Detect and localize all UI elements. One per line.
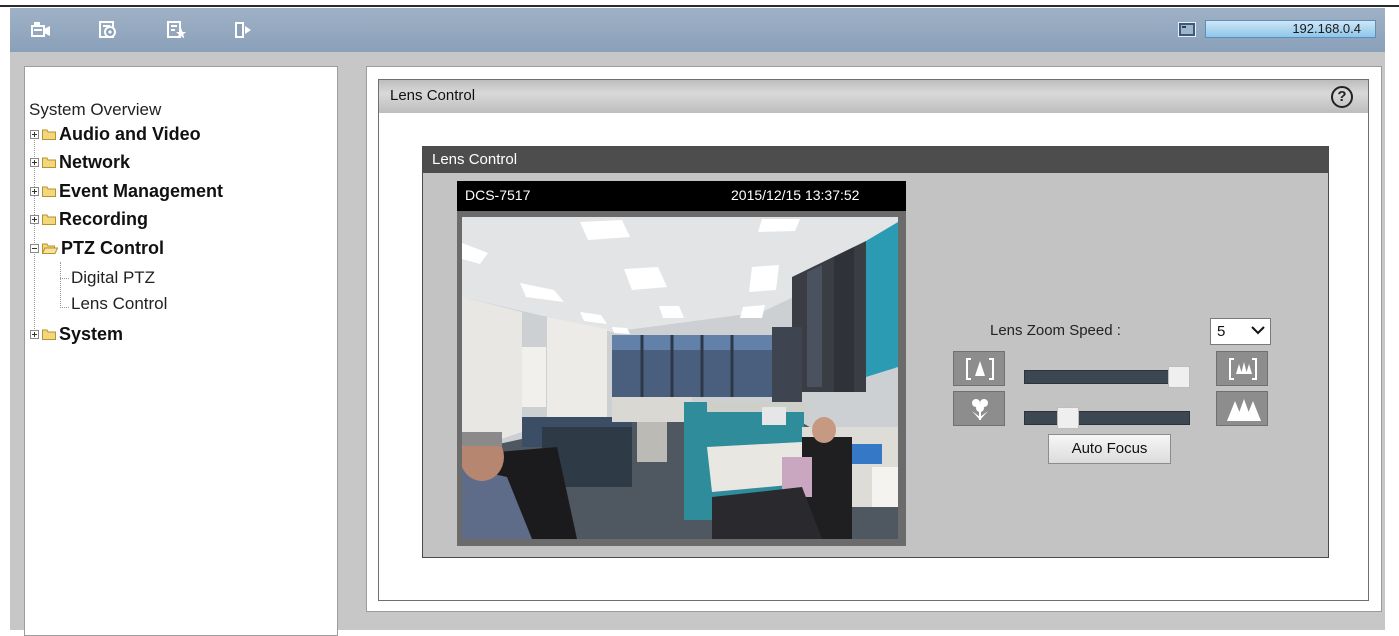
tree-subitem-digital-ptz[interactable]: Digital PTZ [71,268,155,288]
focus-near-button[interactable] [953,391,1005,426]
folder-icon [42,214,56,225]
tree-connector [60,307,69,308]
tree-item-label: Event Management [59,180,224,201]
camera-name: DCS-7517 [465,187,531,203]
tree-item-label: Audio and Video [59,123,201,144]
folder-icon [42,329,56,340]
top-border [0,0,1399,7]
tree-item-label: Recording [59,208,149,229]
zoom-slider-thumb[interactable] [1167,366,1190,388]
collapse-icon[interactable] [30,243,39,253]
folder-icon [42,157,56,168]
focus-slider-thumb[interactable] [1056,407,1079,429]
tree-item-event-management[interactable]: Event Management [30,179,223,203]
zoom-slider[interactable] [1024,370,1190,384]
help-icon[interactable]: ? [1331,86,1353,108]
folder-icon [42,129,56,140]
tree-connector [60,262,61,308]
tree-connector [60,278,69,279]
tree-item-label: System [59,323,124,344]
tree-item-recording[interactable]: Recording [30,207,148,231]
playback-icon[interactable] [97,20,119,40]
zoom-wide-icon [966,358,994,380]
network-status-icon [1178,22,1196,37]
tree-item-system[interactable]: System [30,322,123,346]
lens-control-header [423,147,1328,173]
expand-icon[interactable] [30,157,39,167]
tree-item-label: PTZ Control [61,237,164,258]
live-video-icon[interactable] [30,20,52,40]
main-panel-header [379,80,1368,113]
live-video-feed[interactable] [462,217,898,539]
zoom-tele-icon [1229,358,1257,380]
tree-item-label: Network [59,151,131,172]
zoom-out-button[interactable] [953,351,1005,386]
mountain-far-icon [1227,399,1261,421]
system-overview-link[interactable]: System Overview [29,100,161,120]
chevron-down-icon [1251,326,1265,335]
camera-timestamp: 2015/12/15 13:37:52 [731,187,860,203]
favorites-icon[interactable] [165,20,187,40]
tree-subitem-lens-control[interactable]: Lens Control [71,294,167,314]
top-toolbar: 192.168.0.4 [10,8,1385,52]
tree-item-audio-video[interactable]: Audio and Video [30,122,201,146]
expand-icon[interactable] [30,186,39,196]
logout-icon[interactable] [232,20,254,40]
expand-icon[interactable] [30,129,39,139]
expand-icon[interactable] [30,329,39,339]
auto-focus-button[interactable]: Auto Focus [1048,434,1171,464]
folder-icon [42,186,56,197]
lens-control-title: Lens Control [432,151,518,168]
zoom-speed-label: Lens Zoom Speed : [990,322,1121,339]
sidebar: System Overview Audio and Video Network … [24,66,338,636]
macro-flower-icon [972,399,988,420]
focus-slider[interactable] [1024,411,1190,425]
ip-address-display: 192.168.0.4 [1205,20,1376,38]
tree-item-ptz-control[interactable]: PTZ Control [30,236,164,260]
zoom-in-button[interactable] [1216,351,1268,386]
page-title: Lens Control [390,87,476,104]
folder-open-icon [42,243,58,254]
focus-far-button[interactable] [1216,391,1268,426]
expand-icon[interactable] [30,214,39,224]
tree-item-network[interactable]: Network [30,150,130,174]
